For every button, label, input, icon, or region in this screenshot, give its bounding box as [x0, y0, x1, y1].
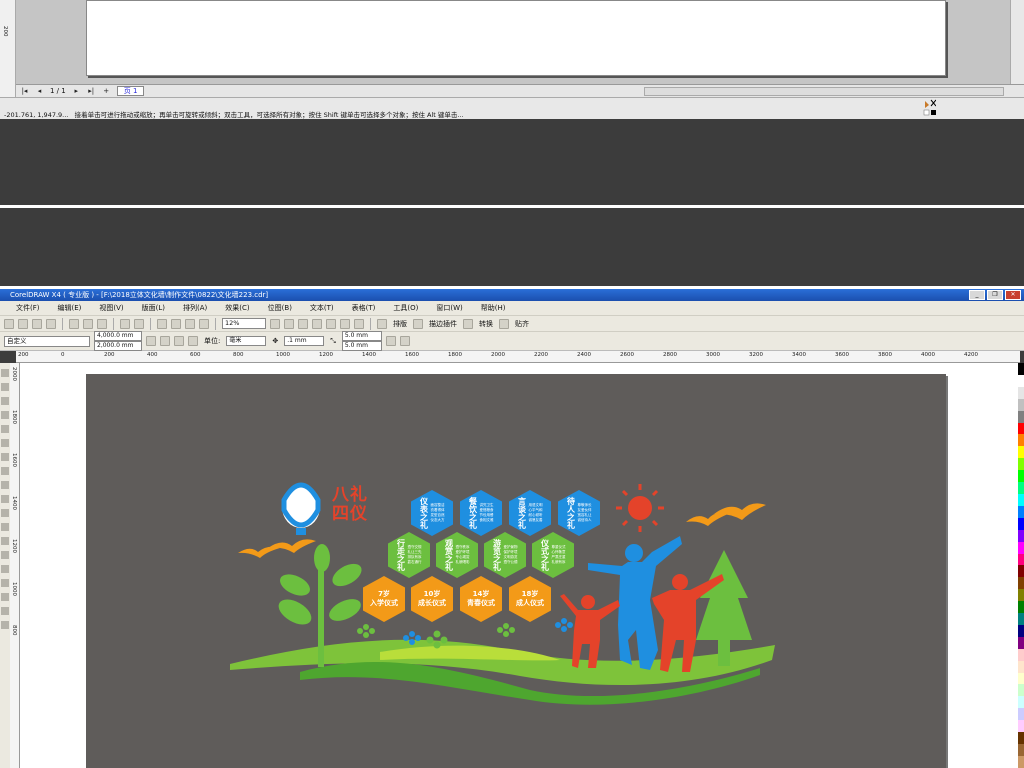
child-silhouette-small-red[interactable]: [560, 594, 620, 668]
hex-title: 仪式之礼: [540, 539, 550, 571]
bird-icon[interactable]: [238, 546, 280, 558]
bird-icon[interactable]: [268, 539, 316, 553]
clover-icon[interactable]: [555, 618, 573, 632]
hex-title: 待人之礼: [566, 497, 576, 529]
hex-rite: 入学仪式: [370, 599, 398, 607]
hex-age: 10岁: [423, 590, 441, 598]
tree-leaf[interactable]: [277, 570, 314, 600]
hex-age: 7岁: [378, 590, 390, 598]
hex-title: 仪表之礼: [419, 497, 429, 529]
title-line-2: 四仪: [332, 504, 368, 524]
pine-tree[interactable]: [696, 550, 752, 640]
hex-title: 餐饮之礼: [468, 497, 478, 529]
title-line-1: 八礼: [332, 485, 368, 505]
hex-title: 言谈之礼: [517, 497, 527, 529]
bird-icon[interactable]: [686, 512, 728, 526]
sun-icon[interactable]: [628, 496, 652, 520]
hex-rite: 成长仪式: [418, 599, 446, 607]
artwork-graphics: [230, 482, 775, 705]
hex-age: 14岁: [472, 590, 490, 598]
hex-rite: 成人仪式: [516, 599, 544, 607]
tree-leaf[interactable]: [314, 544, 330, 572]
hex-desc: 爱护景物 保护环境 文明游览 遵守公德: [503, 545, 518, 564]
hex-desc: 面容整洁 衣着得体 发型自然 仪态大方: [430, 503, 445, 522]
hex-desc: 尊重仪式 心怀敬意 严肃庄重 礼貌有序: [551, 545, 566, 564]
hex-rite: 青春仪式: [467, 599, 495, 607]
hex-desc: 遵守交规 礼让三先 排队有序 靠右通行: [407, 545, 422, 564]
hex-desc: 用语文明 心平气和 耐心倾听 诚恳友善: [528, 503, 543, 522]
artwork-title[interactable]: 八礼 四仪: [332, 486, 368, 524]
hex-desc: 讲究卫生 爱惜粮食 节俭用餐 食相文雅: [479, 503, 494, 522]
hex-desc: 遵守秩序 爱护环境 专心观赏 礼貌喝彩: [455, 545, 470, 564]
clover-icon[interactable]: [497, 623, 515, 637]
tree-leaf[interactable]: [274, 594, 315, 629]
hex-title: 观赏之礼: [444, 539, 454, 571]
tree-leaf[interactable]: [326, 595, 364, 626]
tree-leaf[interactable]: [329, 559, 366, 591]
hex-desc: 尊敬师长 友爱伙伴 宽容礼让 诚信待人: [577, 503, 592, 522]
balloon-basket: [296, 528, 306, 535]
clover-icon[interactable]: [357, 624, 375, 638]
hex-title: 游览之礼: [492, 539, 502, 571]
hex-age: 18岁: [521, 590, 539, 598]
bird-icon[interactable]: [714, 503, 766, 520]
pine-trunk: [718, 640, 730, 666]
hex-title: 行走之礼: [396, 539, 406, 571]
